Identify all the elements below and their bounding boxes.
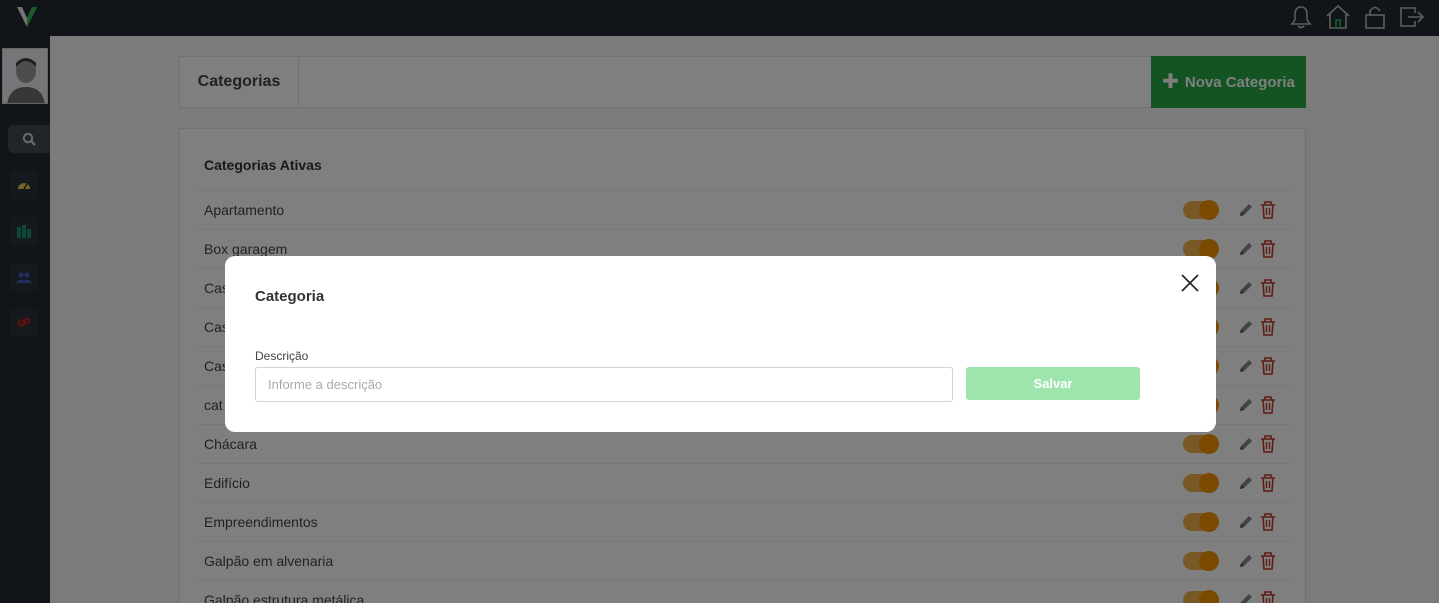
category-modal: Categoria Descrição Salvar: [225, 256, 1216, 432]
description-input[interactable]: [255, 367, 953, 402]
save-button[interactable]: Salvar: [966, 367, 1140, 400]
modal-title: Categoria: [255, 288, 325, 305]
close-icon[interactable]: [1180, 273, 1200, 293]
description-label: Descrição: [255, 349, 309, 363]
